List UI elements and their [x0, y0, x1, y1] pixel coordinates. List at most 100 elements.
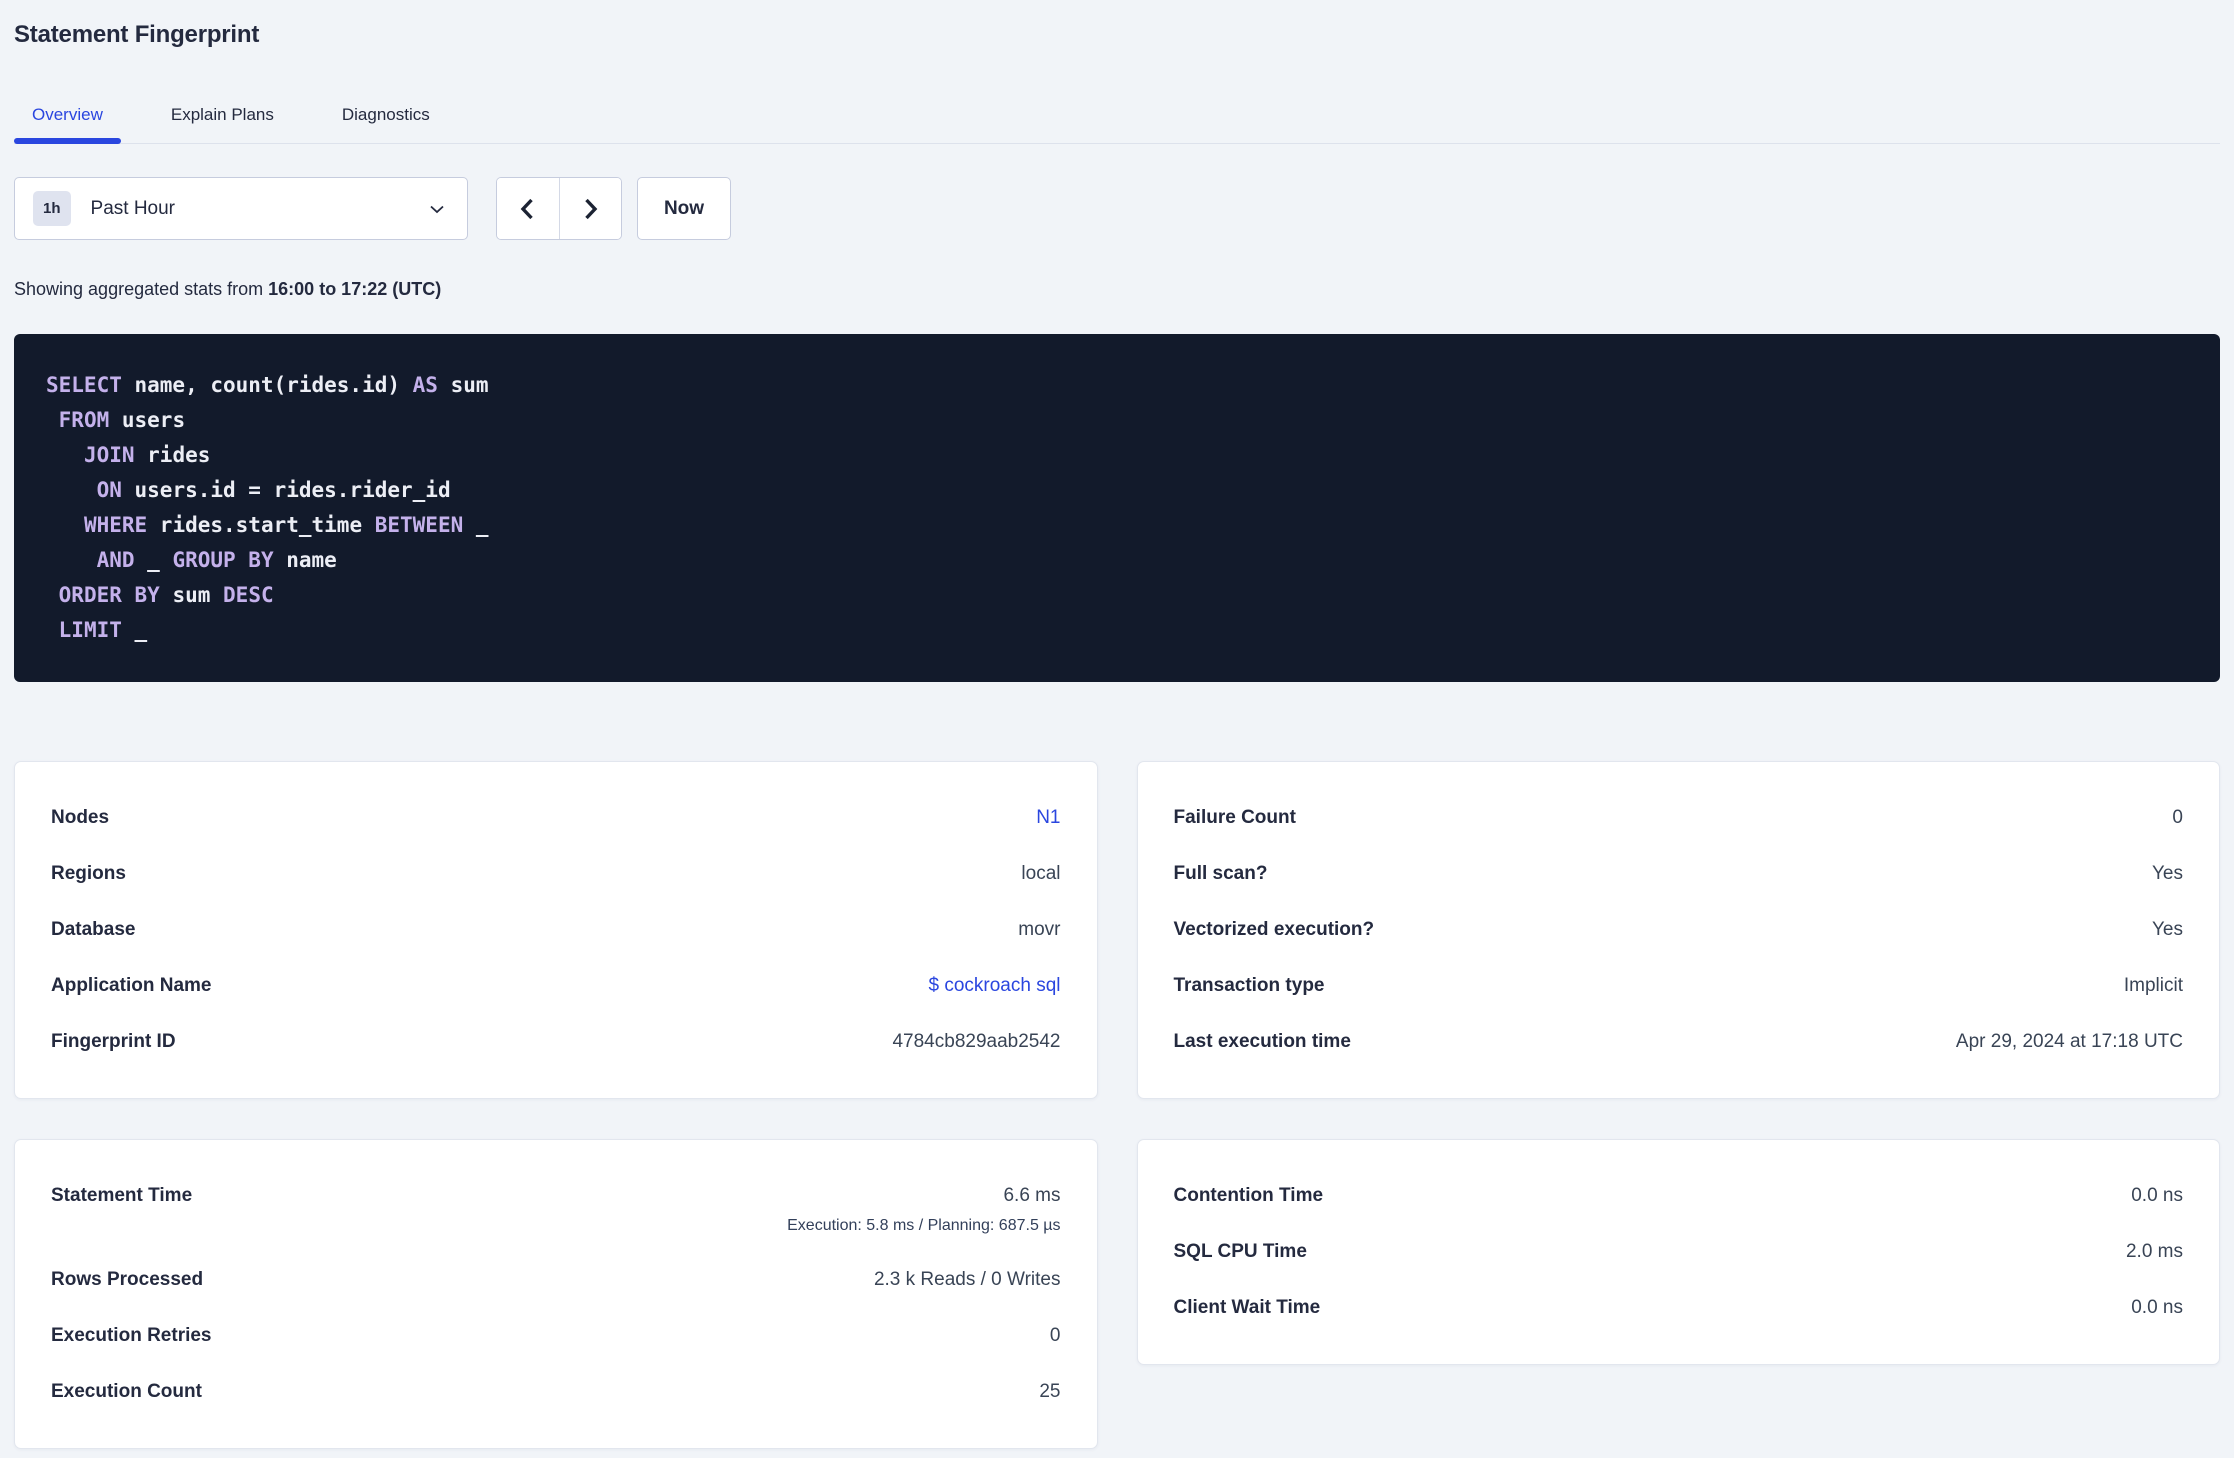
- tab-explain-plans[interactable]: Explain Plans: [153, 102, 292, 143]
- sql-keyword: BETWEEN: [374, 513, 464, 537]
- sql-keyword: LIMIT: [58, 618, 122, 642]
- stats-time-range: 16:00 to 17:22 (UTC): [268, 279, 442, 299]
- stat-row: Statement Time 6.6 ms Execution: 5.8 ms / …: [51, 1168, 1061, 1252]
- stat-row: Execution Retries 0: [51, 1308, 1061, 1364]
- stat-value: 4784cb829aab2542: [892, 1031, 1061, 1052]
- stat-value-wrap: N1: [1036, 805, 1060, 831]
- time-range-label: Past Hour: [90, 197, 175, 219]
- stat-label: Rows Processed: [51, 1269, 204, 1290]
- stat-value-wrap: 25: [1039, 1379, 1060, 1405]
- sql-statement-box: SELECT name, count(rides.id) AS sum FROM…: [14, 334, 2220, 682]
- statement-timing-card: Statement Time 6.6 ms Execution: 5.8 ms / …: [14, 1139, 1098, 1449]
- sql-keyword: ON: [96, 478, 122, 502]
- stat-value: 0.0 ns: [2131, 1185, 2183, 1206]
- stat-label: Application Name: [51, 975, 212, 996]
- time-interval-badge: 1h: [33, 191, 71, 226]
- stat-value: 2.0 ms: [2125, 1241, 2183, 1262]
- sql-text: _: [463, 513, 489, 537]
- chevron-left-icon: [515, 196, 541, 222]
- stat-value-link[interactable]: $ cockroach sql: [928, 973, 1060, 999]
- stat-value-wrap: 0: [2172, 805, 2183, 831]
- previous-interval-button[interactable]: [497, 178, 559, 239]
- sql-line: ORDER BY sum DESC: [46, 578, 2188, 613]
- sql-line: JOIN rides: [46, 438, 2188, 473]
- stat-row: Transaction type Implicit: [1174, 958, 2184, 1014]
- tab-overview[interactable]: Overview: [14, 102, 121, 144]
- stat-value-wrap: Yes: [2152, 917, 2183, 943]
- sql-text: sum: [159, 583, 224, 607]
- stat-value-wrap: local: [1021, 861, 1060, 887]
- now-button[interactable]: Now: [637, 177, 731, 240]
- stat-row: Rows Processed 2.3 k Reads / 0 Writes: [51, 1252, 1061, 1308]
- stat-value-wrap: 0.0 ns: [2131, 1183, 2183, 1209]
- sql-text: _: [134, 548, 173, 572]
- sql-keyword: WHERE: [83, 513, 148, 537]
- sql-keyword: DESC: [223, 583, 274, 607]
- stat-value: 0.0 ns: [2131, 1297, 2183, 1318]
- time-nav-buttons: [496, 177, 622, 240]
- sql-keyword: GROUP BY: [172, 548, 274, 572]
- stat-label: Full scan?: [1173, 863, 1268, 884]
- tab-diagnostics[interactable]: Diagnostics: [324, 102, 448, 143]
- stat-value-wrap: Yes: [2152, 861, 2183, 887]
- stat-label: Last execution time: [1173, 1031, 1351, 1052]
- stat-label: Execution Retries: [51, 1325, 212, 1346]
- time-controls: 1h Past Hour Now: [14, 177, 2220, 240]
- stat-label: Execution Count: [51, 1381, 202, 1402]
- statement-details-card: Nodes N1 Regions local Database movr Applicati…: [14, 761, 1098, 1099]
- sql-text: sum: [437, 373, 489, 397]
- stat-label: Contention Time: [1173, 1185, 1324, 1206]
- stat-value-wrap: 0.0 ns: [2131, 1295, 2183, 1321]
- stat-value-link[interactable]: N1: [1036, 805, 1060, 831]
- stat-value: 0: [2172, 807, 2183, 828]
- stat-row: Full scan? Yes: [1174, 846, 2184, 902]
- sql-line: AND _ GROUP BY name: [46, 543, 2188, 578]
- sql-line: ON users.id = rides.rider_id: [46, 473, 2188, 508]
- stat-value-wrap: Implicit: [2124, 973, 2183, 999]
- stat-value: local: [1021, 863, 1061, 884]
- stat-label: Database: [51, 919, 136, 940]
- sql-text: rides.start_time: [147, 513, 375, 537]
- stat-label: Client Wait Time: [1173, 1297, 1321, 1318]
- sql-text: rides: [134, 443, 211, 467]
- stat-value-wrap: 2.0 ms: [2126, 1239, 2183, 1265]
- stat-value-wrap: 0: [1050, 1323, 1061, 1349]
- stat-label: Regions: [51, 863, 126, 884]
- sql-text: _: [121, 618, 148, 642]
- sql-text: users.id = rides.rider_id: [121, 478, 451, 502]
- sql-line: LIMIT _: [46, 613, 2188, 648]
- next-interval-button[interactable]: [558, 178, 621, 239]
- stat-value-wrap: 2.3 k Reads / 0 Writes: [874, 1267, 1061, 1293]
- time-range-dropdown[interactable]: 1h Past Hour: [14, 177, 468, 240]
- stat-label: Failure Count: [1173, 807, 1296, 828]
- stats-cards: Nodes N1 Regions local Database movr Applicati…: [14, 761, 2220, 1449]
- chevron-down-icon: [427, 199, 447, 219]
- stat-value-wrap: $ cockroach sql: [928, 973, 1060, 999]
- stat-value: 25: [1039, 1381, 1061, 1402]
- statement-fingerprint-page: Statement Fingerprint Overview Explain Pl…: [0, 0, 2234, 1449]
- stat-label: Vectorized execution?: [1173, 919, 1375, 940]
- stat-row: Nodes N1: [51, 790, 1061, 846]
- stat-row: Application Name $ cockroach sql: [51, 958, 1061, 1014]
- stat-value: 2.3 k Reads / 0 Writes: [873, 1269, 1061, 1290]
- stat-row: Database movr: [51, 902, 1061, 958]
- chevron-right-icon: [577, 196, 603, 222]
- stat-row: SQL CPU Time 2.0 ms: [1174, 1224, 2184, 1280]
- stat-row: Contention Time 0.0 ns: [1174, 1168, 2184, 1224]
- tab-bar: Overview Explain Plans Diagnostics: [14, 102, 2220, 144]
- stat-value: movr: [1018, 919, 1061, 940]
- sql-keyword: FROM: [58, 408, 110, 432]
- sql-text: users: [109, 408, 186, 432]
- stat-label: Statement Time: [51, 1185, 193, 1206]
- stat-label: Fingerprint ID: [51, 1031, 176, 1052]
- stat-row: Execution Count 25: [51, 1364, 1061, 1420]
- sql-keyword: JOIN: [83, 443, 135, 467]
- sql-text: name: [273, 548, 337, 572]
- sql-keyword: AS: [412, 373, 438, 397]
- stat-label: SQL CPU Time: [1173, 1241, 1307, 1262]
